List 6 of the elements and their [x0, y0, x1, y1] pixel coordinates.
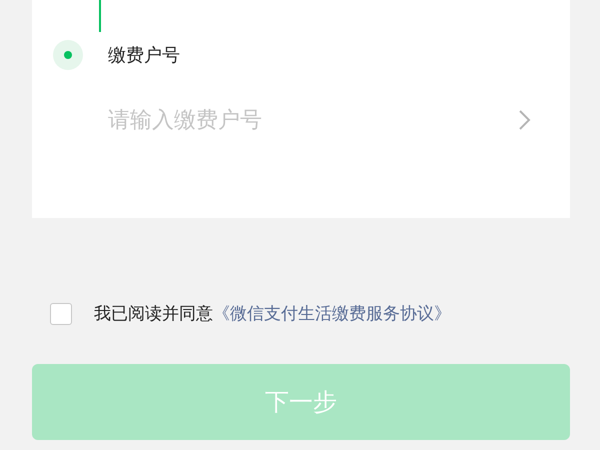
agreement-link[interactable]: 《微信支付生活缴费服务协议》	[213, 302, 451, 325]
agreement-text: 我已阅读并同意	[94, 303, 213, 325]
chevron-right-icon	[518, 109, 532, 131]
agreement-checkbox[interactable]	[50, 302, 72, 324]
step-label: 缴费户号	[108, 44, 180, 67]
account-number-field[interactable]: 请输入缴费户号	[108, 108, 518, 132]
